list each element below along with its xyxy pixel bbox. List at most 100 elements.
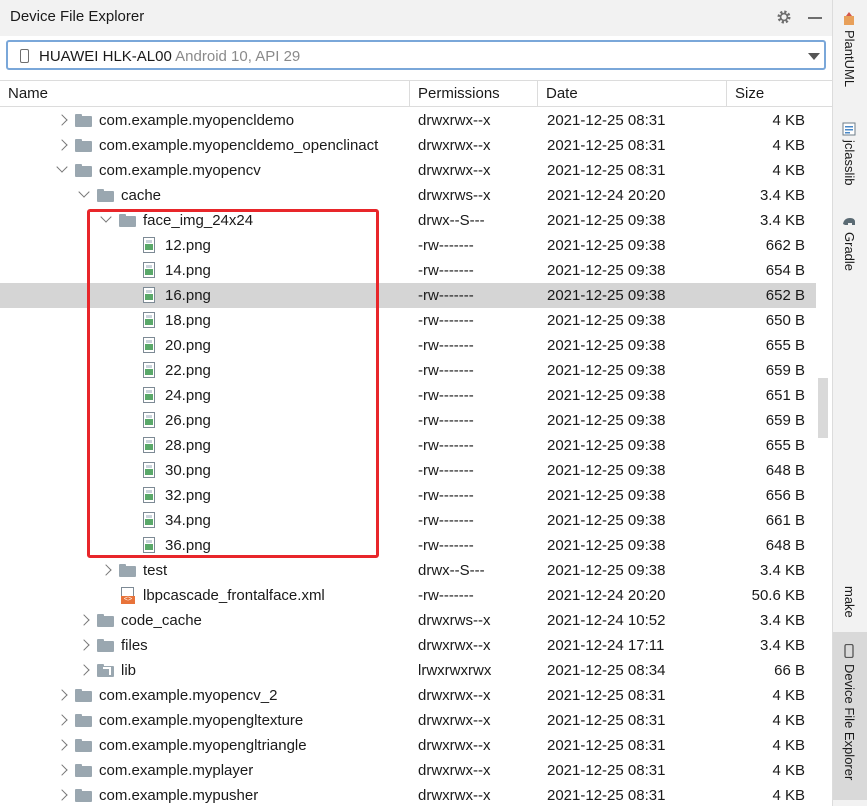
table-row[interactable]: com.example.mypusher drwxrwx--x 2021-12-25… [0, 783, 816, 808]
date-cell: 2021-12-25 09:38 [547, 262, 666, 279]
table-row[interactable]: 28.png -rw------- 2021-12-25 09:38 655 B [0, 433, 816, 458]
date-cell: 2021-12-25 08:31 [547, 762, 666, 779]
table-row[interactable]: 14.png -rw------- 2021-12-25 09:38 654 B [0, 258, 816, 283]
table-row[interactable]: face_img_24x24 drwx--S--- 2021-12-25 09:38… [0, 208, 816, 233]
size-cell: 4 KB [772, 737, 805, 754]
table-row[interactable]: <> lbpcascade_frontalface.xml -rw------- 20… [0, 583, 816, 608]
table-row[interactable]: 36.png -rw------- 2021-12-25 09:38 648 B [0, 533, 816, 558]
table-row[interactable]: code_cache drwxrws--x 2021-12-24 10:52 3.4 … [0, 608, 816, 633]
size-cell: 648 B [765, 462, 805, 479]
chevron-right-icon[interactable] [100, 564, 112, 576]
name-cell: files [0, 633, 409, 658]
date-cell: 2021-12-24 20:20 [547, 587, 666, 604]
table-row[interactable]: com.example.myopencldemo_openclinact drwx… [0, 133, 816, 158]
table-row[interactable]: 32.png -rw------- 2021-12-25 09:38 656 B [0, 483, 816, 508]
tab-gradle[interactable]: Gradle [833, 210, 867, 278]
table-row[interactable]: files drwxrwx--x 2021-12-24 17:11 3.4 KB [0, 633, 816, 658]
permissions-cell: -rw------- [418, 437, 474, 454]
date-cell: 2021-12-25 09:38 [547, 362, 666, 379]
vertical-scrollbar[interactable] [818, 378, 828, 438]
file-name: 36.png [165, 537, 211, 554]
table-row[interactable]: com.example.myplayer drwxrwx--x 2021-12-25… [0, 758, 816, 783]
tab-jclasslib[interactable]: jclasslib [833, 118, 867, 208]
permissions-cell: drwxrwx--x [418, 712, 491, 729]
size-cell: 648 B [765, 537, 805, 554]
table-row[interactable]: 22.png -rw------- 2021-12-25 09:38 659 B [0, 358, 816, 383]
table-row[interactable]: 30.png -rw------- 2021-12-25 09:38 648 B [0, 458, 816, 483]
column-header-name[interactable]: Name [0, 81, 409, 106]
table-row[interactable]: 18.png -rw------- 2021-12-25 09:38 650 B [0, 308, 816, 333]
column-header-size[interactable]: Size [727, 81, 816, 106]
table-row[interactable]: 16.png -rw------- 2021-12-25 09:38 652 B [0, 283, 816, 308]
table-row[interactable]: test drwx--S--- 2021-12-25 09:38 3.4 KB [0, 558, 816, 583]
image-file-icon [143, 312, 155, 328]
table-row[interactable]: 20.png -rw------- 2021-12-25 09:38 655 B [0, 333, 816, 358]
chevron-down-icon[interactable] [56, 161, 68, 173]
chevron-right-icon[interactable] [56, 789, 68, 801]
table-row[interactable]: com.example.myopencv drwxrwx--x 2021-12-25… [0, 158, 816, 183]
table-row[interactable]: lib lrwxrwxrwx 2021-12-25 08:34 66 B [0, 658, 816, 683]
table-row[interactable]: com.example.myopengltexture drwxrwx--x 202… [0, 708, 816, 733]
date-cell: 2021-12-25 08:31 [547, 162, 666, 179]
date-cell: 2021-12-24 10:52 [547, 612, 666, 629]
permissions-cell: drwxrws--x [418, 187, 491, 204]
device-selector[interactable]: HUAWEI HLK-AL00 Android 10, API 29 [6, 40, 826, 70]
chevron-right-icon[interactable] [56, 714, 68, 726]
permissions-cell: -rw------- [418, 262, 474, 279]
plantuml-icon [844, 12, 854, 25]
minimize-icon[interactable] [808, 17, 822, 19]
tab-device-file-explorer[interactable]: Device File Explorer [833, 632, 867, 800]
date-cell: 2021-12-25 08:31 [547, 712, 666, 729]
name-cell: 16.png [0, 283, 409, 308]
date-cell: 2021-12-24 20:20 [547, 187, 666, 204]
folder-icon [75, 764, 92, 777]
date-cell: 2021-12-25 09:38 [547, 237, 666, 254]
name-cell: face_img_24x24 [0, 208, 409, 233]
chevron-right-icon[interactable] [56, 739, 68, 751]
xml-file-icon: <> [121, 587, 135, 604]
size-cell: 654 B [765, 262, 805, 279]
panel-header: Device File Explorer [0, 0, 832, 36]
chevron-right-icon[interactable] [56, 764, 68, 776]
permissions-cell: drwxrwx--x [418, 162, 491, 179]
chevron-down-icon[interactable] [100, 211, 112, 223]
permissions-cell: drwx--S--- [418, 562, 485, 579]
chevron-down-icon[interactable] [78, 186, 90, 198]
size-cell: 651 B [765, 387, 805, 404]
name-cell: 20.png [0, 333, 409, 358]
folder-icon [75, 789, 92, 802]
permissions-cell: -rw------- [418, 487, 474, 504]
chevron-right-icon[interactable] [78, 664, 90, 676]
tab-make[interactable]: make [833, 580, 867, 625]
date-cell: 2021-12-25 08:31 [547, 737, 666, 754]
table-row[interactable]: 12.png -rw------- 2021-12-25 09:38 662 B [0, 233, 816, 258]
size-cell: 3.4 KB [759, 562, 805, 579]
table-row[interactable]: 26.png -rw------- 2021-12-25 09:38 659 B [0, 408, 816, 433]
chevron-right-icon[interactable] [56, 689, 68, 701]
name-cell: 32.png [0, 483, 409, 508]
chevron-right-icon[interactable] [78, 639, 90, 651]
table-row[interactable]: 24.png -rw------- 2021-12-25 09:38 651 B [0, 383, 816, 408]
tab-plantuml[interactable]: PlantUML [833, 6, 867, 102]
chevron-right-icon[interactable] [56, 139, 68, 151]
size-cell: 656 B [765, 487, 805, 504]
date-cell: 2021-12-25 08:31 [547, 787, 666, 804]
date-cell: 2021-12-25 08:31 [547, 112, 666, 129]
name-cell: com.example.myplayer [0, 758, 409, 783]
table-row[interactable]: cache drwxrws--x 2021-12-24 20:20 3.4 KB [0, 183, 816, 208]
permissions-cell: -rw------- [418, 537, 474, 554]
date-cell: 2021-12-25 09:38 [547, 312, 666, 329]
table-row[interactable]: 34.png -rw------- 2021-12-25 09:38 661 B [0, 508, 816, 533]
table-row[interactable]: com.example.myopengltriangle drwxrwx--x 20… [0, 733, 816, 758]
table-row[interactable]: com.example.myopencv_2 drwxrwx--x 2021-12-… [0, 683, 816, 708]
chevron-right-icon[interactable] [78, 614, 90, 626]
folder-icon [75, 689, 92, 702]
permissions-cell: -rw------- [418, 287, 474, 304]
column-header-permissions[interactable]: Permissions [410, 81, 537, 106]
file-name: files [121, 637, 148, 654]
chevron-right-icon[interactable] [56, 114, 68, 126]
chevron-down-icon[interactable] [808, 53, 820, 60]
gear-icon[interactable] [775, 8, 793, 26]
column-header-date[interactable]: Date [538, 81, 726, 106]
table-row[interactable]: com.example.myopencldemo drwxrwx--x 2021-1… [0, 108, 816, 133]
